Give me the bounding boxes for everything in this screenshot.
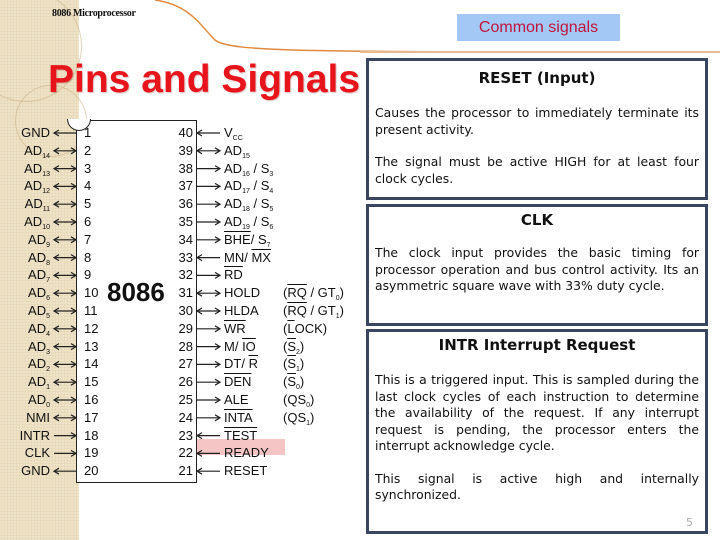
pin-arrow-left <box>52 147 78 155</box>
pin-arrow-left <box>52 271 78 279</box>
pin-arrow-left <box>52 182 78 190</box>
pin-arrow-left <box>52 378 78 386</box>
signal-description: The signal must be active HIGH for at le… <box>375 154 699 186</box>
pin-arrow-right <box>197 236 222 244</box>
pin-arrow-right <box>195 432 220 440</box>
pin-arrow-left <box>52 325 78 333</box>
pin-arrow-left <box>52 165 78 173</box>
signal-box-clk: CLK The clock input provides the basic t… <box>366 204 708 326</box>
pin-arrow-right <box>197 378 222 386</box>
signal-description: Causes the processor to immediately term… <box>375 105 699 137</box>
pin-arrow-left <box>52 289 78 297</box>
pin-arrow-right <box>195 449 220 457</box>
pin-arrow-right <box>197 218 222 226</box>
pin-arrow-left <box>52 467 76 475</box>
pin-arrow-left <box>52 307 78 315</box>
pin-arrow-left <box>52 343 78 351</box>
pin-arrow-left <box>54 432 78 440</box>
pin-arrow-left <box>52 360 78 368</box>
pin-arrow-right <box>195 129 220 137</box>
page-number: 5 <box>686 516 693 529</box>
pin-arrow-right <box>195 289 222 297</box>
pin-arrow-left <box>52 414 78 422</box>
pin-arrow-right <box>197 343 222 351</box>
pin-arrow-left <box>52 218 78 226</box>
pin-arrow-right <box>197 271 222 279</box>
pin-arrow-right <box>195 147 222 155</box>
pin-arrow-left <box>52 396 78 404</box>
pin-arrow-right <box>197 360 222 368</box>
pin-arrow-left <box>54 449 78 457</box>
pin-arrow-right <box>197 414 222 422</box>
pin-arrow-right <box>195 254 220 262</box>
signal-title: INTR Interrupt Request <box>438 336 636 354</box>
signal-description: This is a triggered input. This is sampl… <box>375 372 699 453</box>
signal-title: RESET (Input) <box>478 69 596 87</box>
pin-arrow-right <box>197 165 222 173</box>
pin-arrow-right <box>195 467 220 475</box>
pin-arrow-right <box>197 396 222 404</box>
pin-arrow-left <box>52 129 76 137</box>
pin-arrow-left <box>52 200 78 208</box>
pin-arrow-right <box>195 307 222 315</box>
pin-arrow-right <box>197 200 222 208</box>
signal-description: The clock input provides the basic timin… <box>375 245 699 293</box>
pin-arrow-left <box>52 254 78 262</box>
signal-box-intr: INTR Interrupt Request This is a trigger… <box>366 329 708 534</box>
pin-arrow-left <box>52 236 78 244</box>
signal-description: This signal is active high and internall… <box>375 470 699 503</box>
pin-arrow-right <box>197 325 222 333</box>
signal-box-reset: RESET (Input) Causes the processor to im… <box>366 58 708 200</box>
signal-title: CLK <box>520 211 554 229</box>
pin-arrow-right <box>197 182 222 190</box>
